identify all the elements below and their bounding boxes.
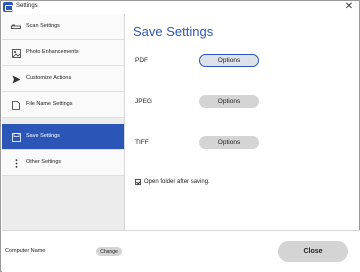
footer: Computer Name Change Close — [2, 230, 360, 272]
jpeg-options-button[interactable]: Options — [199, 95, 259, 108]
open-folder-label: Open folder after saving. — [144, 179, 210, 185]
scanner-icon — [11, 22, 21, 32]
sidebar-item-file-name-settings[interactable]: File Name Settings — [2, 92, 124, 118]
change-button[interactable]: Change — [96, 247, 122, 256]
settings-window: Settings ✕ Scan Settings Photo Enhanceme… — [0, 0, 360, 272]
title-bar: Settings ✕ — [1, 1, 359, 14]
send-icon — [11, 74, 21, 84]
window-close-icon[interactable]: ✕ — [343, 1, 355, 13]
open-folder-checkbox[interactable] — [135, 179, 141, 185]
window-title: Settings — [16, 3, 38, 9]
jpeg-label: JPEG — [135, 98, 152, 105]
save-icon — [11, 132, 21, 142]
sidebar-item-label: Customize Actions — [26, 75, 72, 81]
open-folder-option: Open folder after saving. — [135, 179, 210, 185]
page-title: Save Settings — [133, 24, 214, 39]
computer-name-label: Computer Name — [5, 248, 46, 254]
pdf-options-button[interactable]: Options — [199, 54, 259, 67]
sidebar-item-label: Other Settings — [26, 159, 62, 165]
sidebar-item-label: File Name Settings — [26, 101, 73, 107]
sidebar-item-label: Scan Settings — [26, 23, 60, 29]
sidebar: Scan Settings Photo Enhancements Customi… — [2, 14, 124, 230]
sidebar-item-scan-settings[interactable]: Scan Settings — [2, 14, 124, 40]
tiff-options-button[interactable]: Options — [199, 136, 259, 149]
tiff-label: TIFF — [135, 139, 149, 146]
file-icon — [11, 100, 21, 110]
main-panel: Save Settings PDF Options JPEG Options T… — [125, 14, 359, 230]
close-button[interactable]: Close — [278, 241, 348, 262]
pdf-label: PDF — [135, 57, 148, 64]
sidebar-item-label: Photo Enhancements — [26, 49, 79, 55]
sidebar-item-customize-actions[interactable]: Customize Actions — [2, 66, 124, 92]
sidebar-item-label: Save Settings — [26, 133, 60, 139]
sidebar-item-save-settings[interactable]: Save Settings — [2, 124, 124, 150]
more-icon — [11, 158, 21, 168]
app-scanner-icon — [3, 2, 13, 12]
sidebar-item-other-settings[interactable]: Other Settings — [2, 150, 124, 176]
sidebar-item-photo-enhancements[interactable]: Photo Enhancements — [2, 40, 124, 66]
photo-icon — [11, 48, 21, 58]
